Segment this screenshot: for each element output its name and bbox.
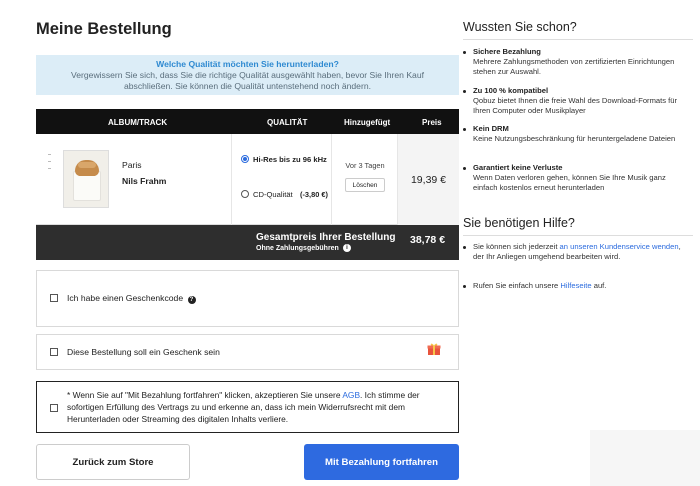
total-bar: Gesamtpreis Ihrer Bestellung Ohne Zahlun… xyxy=(36,225,459,260)
tip-desc: Mehrere Zahlungsmethoden von zertifizier… xyxy=(473,57,675,76)
added-date: Vor 3 Tagen xyxy=(345,161,385,170)
header-quality: QUALITÄT xyxy=(267,118,308,127)
quality-cd-price: (-3,80 €) xyxy=(300,190,328,199)
bullet xyxy=(463,90,466,93)
quality-cd-radio[interactable] xyxy=(241,190,249,198)
header-album: ALBUM/TRACK xyxy=(108,118,168,127)
tip-title: Sichere Bezahlung xyxy=(473,47,541,56)
quality-notice: Welche Qualität möchten Sie herunterlade… xyxy=(36,55,459,95)
terms-agb-link[interactable]: AGB xyxy=(342,390,360,400)
header-added: Hinzugefügt xyxy=(344,118,391,127)
help-icon[interactable]: ? xyxy=(187,296,196,304)
cover-marker xyxy=(48,148,52,210)
album-artist[interactable]: Nils Frahm xyxy=(122,176,166,186)
sidebar-divider xyxy=(463,39,693,40)
info-icon[interactable]: i xyxy=(343,244,351,252)
item-price-cell: 19,39 € xyxy=(398,134,459,225)
help-item: Sie können sich jederzeit an unseren Kun… xyxy=(463,242,688,274)
notice-line-2: abschließen. Sie können die Qualität unt… xyxy=(123,81,371,91)
back-to-store-button[interactable]: Zurück zum Store xyxy=(36,444,190,480)
item-quality-cell: Hi-Res bis zu 96 kHz CD-Qualität (-3,80 … xyxy=(231,134,332,225)
bullet xyxy=(463,167,466,170)
tip-desc: Wenn Daten verloren gehen, können Sie Ih… xyxy=(473,173,666,192)
corner-backdrop xyxy=(590,430,700,486)
notice-line-1: Vergewissern Sie sich, dass Sie die rich… xyxy=(70,70,425,80)
tip-title: Zu 100 % kompatibel xyxy=(473,86,549,95)
bullet xyxy=(463,51,466,54)
tip-desc: Qobuz bietet Ihnen die freie Wahl des Do… xyxy=(473,96,678,115)
total-sub-label: Ohne Zahlungsgebühren xyxy=(256,245,339,252)
terms-text-start: * Wenn Sie auf "Mit Bezahlung fortfahren… xyxy=(67,390,343,400)
gift-code-checkbox[interactable] xyxy=(50,294,58,302)
cover-croissant-highlight xyxy=(78,162,96,168)
quality-cd-label[interactable]: CD-Qualität xyxy=(253,190,293,199)
help-text: Sie können sich jederzeit an unseren Kun… xyxy=(473,242,688,262)
gift-code-box: Ich habe einen Geschenkcode ? xyxy=(36,270,459,327)
did-you-know-title: Wussten Sie schon? xyxy=(463,20,577,34)
tip-item: Zu 100 % kompatibel Qobuz bietet Ihnen d… xyxy=(463,86,688,120)
page-title: Meine Bestellung xyxy=(36,20,172,38)
sidebar-divider xyxy=(463,235,693,236)
help-item: Rufen Sie einfach unsere Hilfeseite auf. xyxy=(463,281,688,293)
gift-code-text: Ich habe einen Geschenkcode xyxy=(67,293,184,303)
total-price: 38,78 € xyxy=(410,234,446,246)
remove-button[interactable]: Löschen xyxy=(345,178,385,192)
help-text-end: auf. xyxy=(591,281,607,290)
album-cover-wrap xyxy=(48,148,109,210)
bullet xyxy=(463,246,466,249)
help-page-link[interactable]: Hilfeseite xyxy=(560,281,591,290)
album-cover[interactable] xyxy=(63,150,109,208)
quality-hires-label[interactable]: Hi-Res bis zu 96 kHz xyxy=(253,155,327,164)
help-text: Rufen Sie einfach unsere Hilfeseite auf. xyxy=(473,281,688,291)
help-text-start: Rufen Sie einfach unsere xyxy=(473,281,561,290)
bullet xyxy=(463,128,466,131)
header-price: Preis xyxy=(422,118,442,127)
gift-order-label[interactable]: Diese Bestellung soll ein Geschenk sein xyxy=(67,347,220,357)
gift-icon xyxy=(427,343,441,355)
gift-code-label[interactable]: Ich habe einen Geschenkcode ? xyxy=(67,293,196,304)
item-added-cell: Vor 3 Tagen Löschen xyxy=(332,134,398,225)
tip-item: Garantiert keine Verluste Wenn Daten ver… xyxy=(463,163,688,207)
cart-table-header: ALBUM/TRACK QUALITÄT Hinzugefügt Preis xyxy=(36,109,459,134)
proceed-to-payment-button[interactable]: Mit Bezahlung fortfahren xyxy=(304,444,459,480)
terms-checkbox[interactable] xyxy=(50,404,58,412)
terms-text: * Wenn Sie auf "Mit Bezahlung fortfahren… xyxy=(67,389,447,425)
tip-item: Sichere Bezahlung Mehrere Zahlungsmethod… xyxy=(463,47,688,81)
quality-hires-radio[interactable] xyxy=(241,155,249,163)
terms-box: * Wenn Sie auf "Mit Bezahlung fortfahren… xyxy=(36,381,459,433)
help-title: Sie benötigen Hilfe? xyxy=(463,216,575,230)
tip-item: Kein DRM Keine Nutzungsbeschränkung für … xyxy=(463,124,688,158)
item-price: 19,39 € xyxy=(410,174,447,186)
total-label: Gesamtpreis Ihrer Bestellung xyxy=(256,232,396,243)
gift-order-checkbox[interactable] xyxy=(50,348,58,356)
gift-order-box: Diese Bestellung soll ein Geschenk sein xyxy=(36,334,459,370)
help-text-start: Sie können sich jederzeit xyxy=(473,242,560,251)
notice-question: Welche Qualität möchten Sie herunterlade… xyxy=(156,59,339,69)
tip-title: Garantiert keine Verluste xyxy=(473,163,563,172)
cart-item-row: Paris Nils Frahm Hi-Res bis zu 96 kHz CD… xyxy=(36,134,459,225)
item-album-cell: Paris Nils Frahm xyxy=(36,134,231,225)
album-title[interactable]: Paris xyxy=(122,160,142,170)
bullet xyxy=(463,285,466,288)
customer-service-link[interactable]: an unseren Kundenservice wenden xyxy=(560,242,679,251)
tip-title: Kein DRM xyxy=(473,124,509,133)
tip-desc: Keine Nutzungsbeschränkung für herunterg… xyxy=(473,134,676,143)
